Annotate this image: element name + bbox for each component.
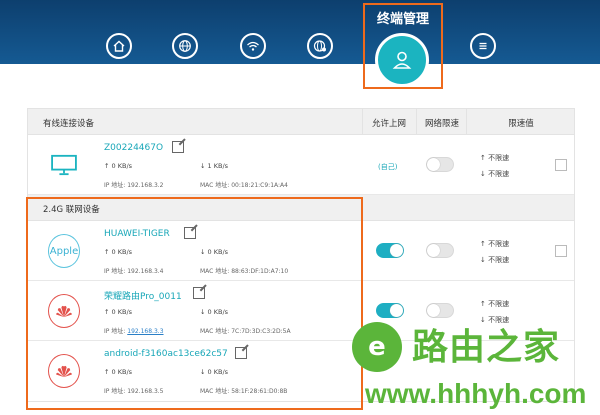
- menu-icon[interactable]: [470, 33, 496, 59]
- ip-address: IP 地址: 192.168.3.4: [104, 268, 164, 275]
- upload-rate: ↑ 0 KB/s: [104, 308, 133, 316]
- limit-up: ↑ 不限速: [480, 300, 510, 308]
- col-header-value: 限速值: [508, 119, 534, 129]
- download-rate: ↓ 1 KB/s: [200, 162, 229, 170]
- ip-address: IP 地址: 192.168.3.5: [104, 388, 164, 395]
- wifi-icon[interactable]: [240, 33, 266, 59]
- huawei-logo-icon: [48, 294, 80, 328]
- wired-section-title: 有线连接设备: [43, 119, 95, 129]
- limit-up: ↑ 不限速: [480, 240, 510, 248]
- speed-limit-toggle[interactable]: [426, 303, 454, 318]
- divider: [362, 109, 363, 134]
- watermark-url: www.hhhyh.com: [365, 378, 587, 409]
- wired-section-header: 有线连接设备 允许上网 网络限速 限速值: [28, 109, 574, 135]
- edit-icon[interactable]: [184, 227, 196, 239]
- huawei-logo-icon: [48, 354, 80, 388]
- divider: [466, 109, 467, 134]
- ip-address: IP 地址: 192.168.3.2: [104, 182, 164, 189]
- col-header-limit: 网络限速: [424, 119, 459, 129]
- wireless-section-header: 2.4G 联网设备: [28, 195, 574, 221]
- mac-address: MAC 地址: 58:1F:28:61:D0:8B: [200, 388, 288, 395]
- globe-settings-icon[interactable]: [307, 33, 333, 59]
- col-header-access: 允许上网: [371, 119, 406, 129]
- top-nav-bar: [0, 0, 600, 64]
- wireless-section-title: 2.4G 联网设备: [43, 205, 100, 215]
- mac-address: MAC 地址: 88:63:DF:1D:A7:10: [200, 268, 289, 275]
- edit-icon[interactable]: [172, 141, 184, 153]
- upload-rate: ↑ 0 KB/s: [104, 162, 133, 170]
- edit-icon[interactable]: [193, 287, 205, 299]
- edit-icon[interactable]: [235, 347, 247, 359]
- self-label: (自己): [378, 163, 398, 171]
- table-row: Z00224467O ↑ 0 KB/s ↓ 1 KB/s IP 地址: 192.…: [28, 135, 574, 195]
- download-rate: ↓ 0 KB/s: [200, 368, 229, 376]
- speed-limit-toggle[interactable]: [426, 243, 454, 258]
- limit-edit-icon[interactable]: [555, 159, 567, 171]
- upload-rate: ↑ 0 KB/s: [104, 368, 133, 376]
- apple-icon: Apple: [48, 234, 80, 268]
- internet-access-toggle[interactable]: [376, 303, 404, 318]
- download-rate: ↓ 0 KB/s: [200, 308, 229, 316]
- ip-link[interactable]: 192.168.3.3: [127, 328, 163, 335]
- limit-down: ↓ 不限速: [480, 256, 510, 264]
- speed-limit-toggle[interactable]: [426, 157, 454, 172]
- download-rate: ↓ 0 KB/s: [200, 248, 229, 256]
- home-icon[interactable]: [106, 33, 132, 59]
- limit-up: ↑ 不限速: [480, 154, 510, 162]
- internet-access-toggle[interactable]: [376, 243, 404, 258]
- divider: [416, 109, 417, 134]
- watermark-text: 路由之家: [412, 327, 561, 368]
- watermark-logo: e: [352, 322, 402, 372]
- mac-address: MAC 地址: 00:18:21:C9:1A:A4: [200, 182, 288, 189]
- device-name[interactable]: Z00224467O: [104, 143, 163, 153]
- highlight-box-tab: [363, 3, 443, 89]
- ip-address: IP 地址: 192.168.3.3: [104, 328, 164, 335]
- device-name[interactable]: HUAWEI-TIGER: [104, 229, 170, 239]
- mac-address: MAC 地址: 7C:7D:3D:C3:2D:5A: [200, 328, 291, 335]
- monitor-icon: [48, 149, 80, 181]
- globe-icon[interactable]: [172, 33, 198, 59]
- limit-down: ↓ 不限速: [480, 170, 510, 178]
- limit-edit-icon[interactable]: [555, 245, 567, 257]
- table-row: Apple HUAWEI-TIGER ↑ 0 KB/s ↓ 0 KB/s IP …: [28, 221, 574, 281]
- device-name[interactable]: 荣耀路由Pro_0011: [104, 289, 182, 302]
- upload-rate: ↑ 0 KB/s: [104, 248, 133, 256]
- device-name[interactable]: android-f3160ac13ce62c57: [104, 349, 228, 359]
